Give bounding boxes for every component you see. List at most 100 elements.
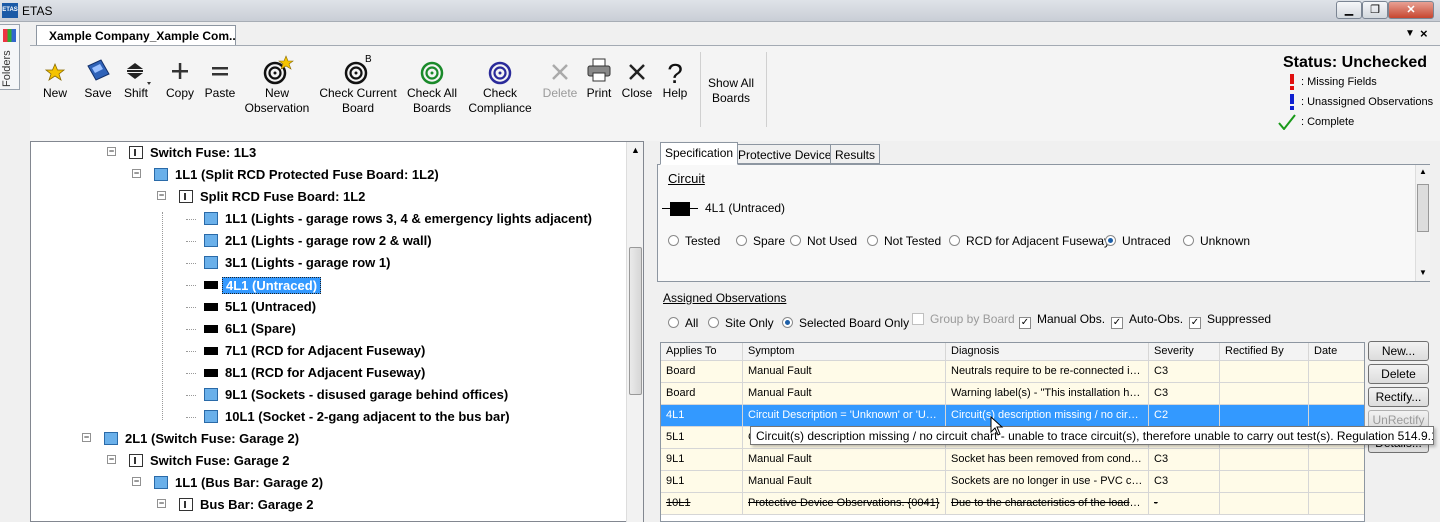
help-button[interactable]: ? Help xyxy=(658,54,692,124)
column-header[interactable]: Symptom xyxy=(743,343,946,360)
board-tree[interactable]: − Switch Fuse: 1L3−1L1 (Split RCD Protect… xyxy=(30,141,644,522)
observation-filter-checkbox[interactable]: Group by Board xyxy=(912,312,1015,326)
show-all-boards-button[interactable]: Show All Boards xyxy=(702,76,760,146)
tree-node[interactable]: − 1L1 (Bus Bar: Garage 2) xyxy=(31,473,631,493)
close-window-button[interactable]: ✕ xyxy=(1388,1,1434,19)
document-tab[interactable]: Xample Company_Xample Com... × xyxy=(36,25,236,45)
spec-scrollbar[interactable]: ▲ ▼ xyxy=(1415,165,1430,281)
tree-expander-icon[interactable]: − xyxy=(157,191,166,200)
tree-scrollbar[interactable]: ▲ xyxy=(626,142,643,522)
circuit-status-radio[interactable]: Not Tested xyxy=(867,234,941,248)
delete-button[interactable]: Delete xyxy=(540,54,580,124)
check-current-board-button[interactable]: B Check Current Board xyxy=(317,54,399,124)
observation-scope-radio[interactable]: All xyxy=(668,316,698,330)
spec-scroll-thumb[interactable] xyxy=(1417,184,1429,232)
document-tab-label: Xample Company_Xample Com... xyxy=(49,29,236,43)
tab-protective-device[interactable]: Protective Device xyxy=(733,144,837,164)
tree-node[interactable]: − 1L1 (Split RCD Protected Fuse Board: 1L… xyxy=(31,165,631,185)
tree-node[interactable]: 4L1 (Untraced) xyxy=(31,275,631,295)
table-cell xyxy=(1309,383,1364,404)
tab-menu-icon[interactable]: ▼ xyxy=(1405,28,1415,39)
new-observation-icon xyxy=(263,55,294,85)
check-compliance-button[interactable]: Check Compliance xyxy=(465,54,535,124)
save-button[interactable]: Save xyxy=(82,54,114,124)
tree-expander-icon[interactable]: − xyxy=(132,169,141,178)
shift-icon xyxy=(127,63,151,85)
new-observation-button[interactable]: New Observation xyxy=(242,54,312,124)
column-header[interactable]: Applies To xyxy=(661,343,743,360)
check-all-boards-button[interactable]: Check All Boards xyxy=(403,54,461,124)
circuit-status-radio[interactable]: Untraced xyxy=(1105,234,1171,248)
observation-filter-checkbox[interactable]: ✓ Suppressed xyxy=(1189,312,1271,329)
column-header[interactable]: Severity xyxy=(1149,343,1220,360)
circuit-status-radio[interactable]: Not Used xyxy=(790,234,857,248)
scroll-up-icon[interactable]: ▲ xyxy=(631,145,640,155)
maximize-button[interactable]: ❐ xyxy=(1362,1,1388,19)
scroll-down-icon[interactable]: ▼ xyxy=(1419,268,1427,277)
new-button[interactable]: New xyxy=(38,54,72,124)
tree-node[interactable]: − Switch Fuse: Garage 2 xyxy=(31,451,631,471)
table-row[interactable]: 4L1 Circuit Description = 'Unknown' or 'U… xyxy=(661,405,1364,427)
close-button[interactable]: Close xyxy=(620,54,654,124)
tree-node[interactable]: 5L1 (Untraced) xyxy=(31,297,631,317)
tree-node[interactable]: 8L1 (RCD for Adjacent Fuseway) xyxy=(31,363,631,383)
table-row[interactable]: 9L1 Manual Fault Socket has been removed f… xyxy=(661,449,1364,471)
table-row[interactable]: Board Manual Fault Neutrals require to be … xyxy=(661,361,1364,383)
tab-results[interactable]: Results xyxy=(830,144,881,164)
tree-node[interactable]: − Switch Fuse: 1L3 xyxy=(31,143,631,163)
tree-expander-icon[interactable]: − xyxy=(107,147,116,156)
tree-node[interactable]: − Split RCD Fuse Board: 1L2 xyxy=(31,187,631,207)
tree-expander-icon[interactable]: − xyxy=(107,455,116,464)
tree-node[interactable]: 1L1 (Lights - garage rows 3, 4 & emergen… xyxy=(31,209,631,229)
tree-expander-icon[interactable]: − xyxy=(157,499,166,508)
folders-side-tab[interactable]: Folders xyxy=(0,24,20,90)
table-cell: Board xyxy=(661,361,743,382)
observation-filter-checkbox[interactable]: ✓ Manual Obs. xyxy=(1019,312,1105,329)
tree-node[interactable]: 6L1 (Spare) xyxy=(31,319,631,339)
rectify-button[interactable]: Rectify... xyxy=(1368,387,1429,407)
new-observation-grid-button[interactable]: New... xyxy=(1368,341,1429,361)
tab-close-icon[interactable]: × xyxy=(1420,26,1428,41)
checkbox-label: Suppressed xyxy=(1207,312,1272,326)
table-cell: C3 xyxy=(1149,383,1220,404)
tab-specification[interactable]: Specification xyxy=(660,142,739,165)
print-label: Print xyxy=(586,86,612,100)
table-row[interactable]: Board Manual Fault Warning label(s) - "Thi… xyxy=(661,383,1364,405)
column-header[interactable]: Date xyxy=(1309,343,1364,360)
circuit-section-title[interactable]: Circuit xyxy=(668,171,705,186)
tree-node[interactable]: 3L1 (Lights - garage row 1) xyxy=(31,253,631,273)
tree-node[interactable]: 9L1 (Sockets - disused garage behind off… xyxy=(31,385,631,405)
observation-scope-radio[interactable]: Site Only xyxy=(708,316,774,330)
tree-expander-icon[interactable]: − xyxy=(82,433,91,442)
column-header[interactable]: Rectified By xyxy=(1220,343,1309,360)
observation-scope-radio[interactable]: Selected Board Only xyxy=(782,316,909,330)
shift-button[interactable]: Shift xyxy=(118,54,154,124)
tree-node[interactable]: − 2L1 (Switch Fuse: Garage 2) xyxy=(31,429,631,449)
table-row[interactable]: 9L1 Manual Fault Sockets are no longer in … xyxy=(661,471,1364,493)
circuit-status-radio[interactable]: RCD for Adjacent Fuseway xyxy=(949,234,1110,248)
circuit-status-radio[interactable]: Tested xyxy=(668,234,720,248)
checkbox-label: Auto-Obs. xyxy=(1129,312,1184,326)
observation-filter-checkbox[interactable]: ✓ Auto-Obs. xyxy=(1111,312,1183,329)
minimize-button[interactable]: ▁ xyxy=(1336,1,1362,19)
tree-node[interactable]: 10L1 (Socket - 2-gang adjacent to the bu… xyxy=(31,407,631,427)
tree-node[interactable]: 7L1 (RCD for Adjacent Fuseway) xyxy=(31,341,631,361)
circuit-status-radio[interactable]: Unknown xyxy=(1183,234,1250,248)
tree-node[interactable]: 2L1 (Lights - garage row 2 & wall) xyxy=(31,231,631,251)
table-cell: Circuit(s) description missing / no circ… xyxy=(946,405,1149,426)
tree-scroll-thumb[interactable] xyxy=(629,247,642,395)
table-row[interactable]: 10L1 Protective Device Observations. {004… xyxy=(661,493,1364,515)
column-header[interactable]: Diagnosis xyxy=(946,343,1149,360)
tree-node-label: 6L1 (Spare) xyxy=(225,321,296,336)
copy-button[interactable]: Copy xyxy=(164,54,196,124)
radio-circle-icon xyxy=(668,317,679,328)
circuit-status-radio[interactable]: Spare xyxy=(736,234,785,248)
tree-expander-icon[interactable]: − xyxy=(132,477,141,486)
delete-observation-button[interactable]: Delete xyxy=(1368,364,1429,384)
tree-node-label: 3L1 (Lights - garage row 1) xyxy=(225,255,391,270)
title-bar: ETAS ETAS ▁ ❐ ✕ xyxy=(0,0,1440,22)
tree-node[interactable]: − Bus Bar: Garage 2 xyxy=(31,495,631,515)
scroll-up-icon[interactable]: ▲ xyxy=(1419,167,1427,176)
print-button[interactable]: Print xyxy=(583,54,615,124)
paste-button[interactable]: Paste xyxy=(203,54,237,124)
